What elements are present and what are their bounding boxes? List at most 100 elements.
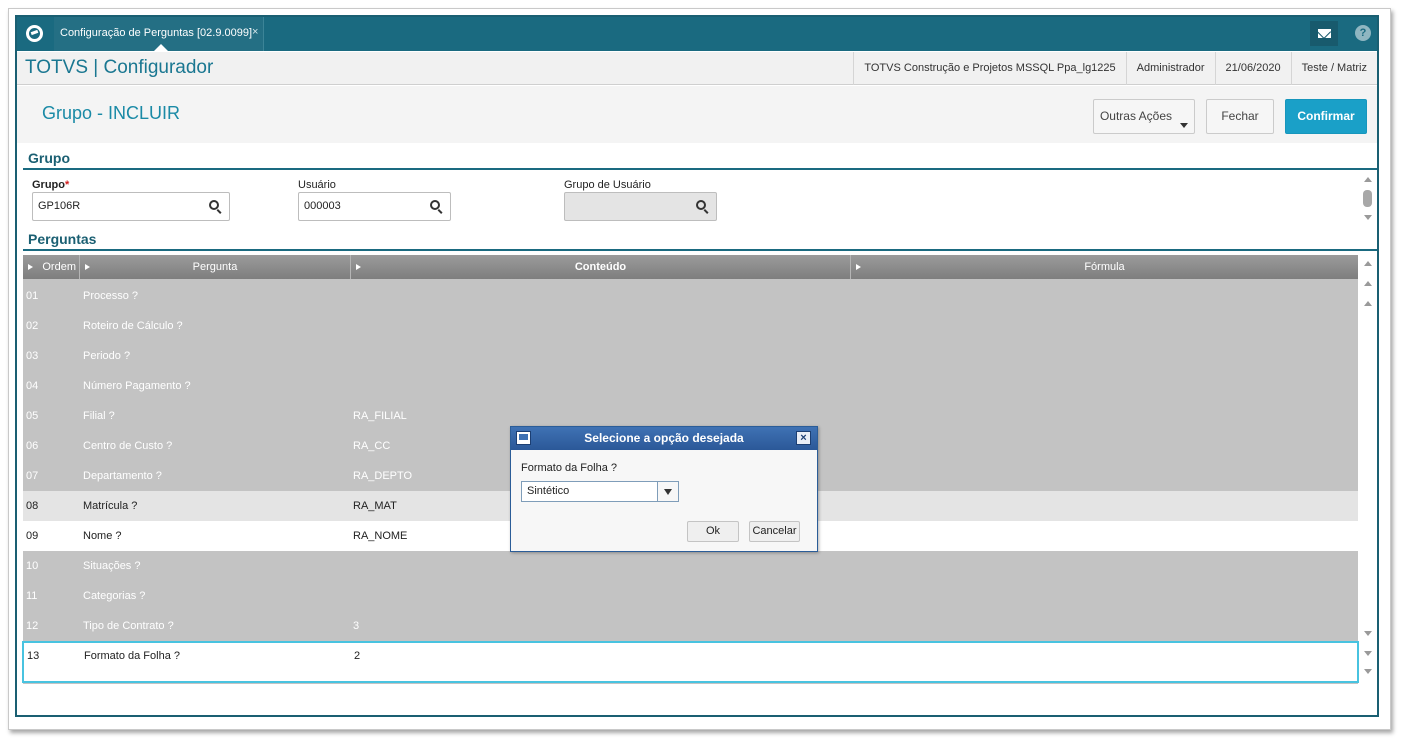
cell-ordem: 05: [26, 410, 39, 422]
cell-ordem: 09: [26, 530, 39, 542]
grupo-input[interactable]: GP106R: [32, 192, 230, 221]
company-info[interactable]: Teste / Matriz: [1290, 52, 1377, 85]
mail-button[interactable]: [1310, 21, 1338, 46]
cell-pergunta: Número Pagamento ?: [83, 380, 191, 392]
user-info[interactable]: Administrador: [1125, 52, 1215, 85]
scroll-top-icon[interactable]: [1364, 261, 1372, 266]
column-header-formula[interactable]: Fórmula: [851, 255, 1358, 279]
totvs-logo-icon: [26, 25, 43, 42]
column-header-ordem[interactable]: Ordem: [23, 255, 80, 279]
cell-pergunta: Categorias ?: [83, 590, 146, 602]
app-window: Configuração de Perguntas [02.9.0099] × …: [15, 15, 1379, 717]
environment-info[interactable]: TOTVS Construção e Projetos MSSQL Ppa_lg…: [853, 52, 1125, 85]
search-icon[interactable]: [209, 200, 219, 210]
app-brand: TOTVS | Configurador: [25, 57, 214, 78]
table-row[interactable]: 01 Processo ?: [23, 281, 1358, 311]
scrollbar-thumb[interactable]: [1363, 190, 1372, 207]
cell-pergunta: Formato da Folha ?: [84, 650, 180, 662]
column-header-pergunta[interactable]: Pergunta: [80, 255, 351, 279]
fields-scrollbar[interactable]: [1361, 175, 1375, 225]
dialog-title-bar[interactable]: Selecione a opção desejada ×: [511, 427, 817, 450]
search-icon[interactable]: [430, 200, 440, 210]
cell-conteudo: RA_DEPTO: [353, 470, 413, 482]
cell-pergunta: Matrícula ?: [83, 500, 138, 512]
fechar-button[interactable]: Fechar: [1206, 99, 1274, 134]
grid-header: Ordem Pergunta Conteúdo Fórmula: [23, 255, 1358, 279]
scroll-up-icon[interactable]: [1364, 177, 1372, 182]
scroll-down-icon[interactable]: [1364, 631, 1372, 636]
column-header-label: Conteúdo: [574, 261, 627, 273]
column-header-conteudo[interactable]: Conteúdo: [351, 255, 851, 279]
table-row[interactable]: 04 Número Pagamento ?: [23, 371, 1358, 401]
cancel-button[interactable]: Cancelar: [749, 521, 800, 542]
dialog-title: Selecione a opção desejada: [584, 431, 744, 445]
table-row[interactable]: 10 Situações ?: [23, 551, 1358, 581]
cell-conteudo: 3: [353, 620, 360, 632]
grupo-section-title: Grupo: [28, 150, 70, 166]
cell-ordem: 13: [27, 650, 40, 662]
cell-pergunta: Centro de Custo ?: [83, 440, 173, 452]
column-menu-icon: [28, 264, 33, 270]
cell-conteudo: RA_CC: [353, 440, 391, 452]
tab-configuracao-perguntas[interactable]: Configuração de Perguntas [02.9.0099] ×: [54, 17, 264, 51]
ok-button[interactable]: Ok: [687, 521, 739, 542]
top-bar: Configuração de Perguntas [02.9.0099] × …: [17, 17, 1377, 51]
formato-folha-label: Formato da Folha ?: [521, 462, 617, 474]
table-row-selected[interactable]: 13 Formato da Folha ? 2: [22, 641, 1359, 683]
chevron-down-icon[interactable]: [657, 482, 678, 501]
app-header: TOTVS | Configurador TOTVS Construção e …: [17, 52, 1377, 85]
grupo-value: GP106R: [38, 200, 81, 212]
cell-pergunta: Tipo de Contrato ?: [83, 620, 174, 632]
outras-acoes-label: Outras Ações: [1099, 109, 1173, 123]
session-info: TOTVS Construção e Projetos MSSQL Ppa_lg…: [853, 52, 1377, 85]
table-row[interactable]: 11 Categorias ?: [23, 581, 1358, 611]
outras-acoes-button[interactable]: Outras Ações: [1093, 99, 1195, 134]
cell-conteudo: RA_NOME: [353, 530, 408, 542]
formato-folha-select[interactable]: Sintético: [521, 481, 679, 502]
scroll-page-down-icon[interactable]: [1364, 651, 1372, 656]
cell-pergunta: Roteiro de Cálculo ?: [83, 320, 183, 332]
table-row[interactable]: 03 Periodo ?: [23, 341, 1358, 371]
confirmar-button[interactable]: Confirmar: [1285, 99, 1367, 134]
perguntas-section-title: Perguntas: [28, 231, 97, 247]
usuario-label: Usuário: [298, 179, 336, 191]
table-row[interactable]: 12 Tipo de Contrato ? 3: [23, 611, 1358, 641]
cell-ordem: 12: [26, 620, 39, 632]
grid-scrollbar[interactable]: [1361, 255, 1375, 685]
table-row[interactable]: 02 Roteiro de Cálculo ?: [23, 311, 1358, 341]
column-header-label: Ordem: [42, 261, 76, 273]
page-title-bar: Grupo - INCLUIR Outras Ações Fechar Conf…: [17, 86, 1377, 143]
grupo-label: Grupo*: [32, 179, 69, 191]
divider: [23, 168, 1377, 170]
usuario-input[interactable]: 000003: [298, 192, 451, 221]
cell-ordem: 01: [26, 290, 39, 302]
scroll-page-up-icon[interactable]: [1364, 281, 1372, 286]
cell-conteudo: 2: [354, 650, 361, 662]
required-mark: *: [65, 179, 70, 191]
scroll-up-icon[interactable]: [1364, 301, 1372, 306]
cell-ordem: 02: [26, 320, 39, 332]
help-icon[interactable]: ?: [1355, 25, 1371, 41]
cell-conteudo: RA_FILIAL: [353, 410, 407, 422]
close-icon[interactable]: ×: [796, 431, 811, 445]
cell-ordem: 08: [26, 500, 39, 512]
cell-pergunta: Filial ?: [83, 410, 115, 422]
date-info[interactable]: 21/06/2020: [1214, 52, 1291, 85]
mail-icon: [1318, 29, 1331, 38]
selected-option: Sintético: [527, 485, 570, 497]
grupo-usuario-label: Grupo de Usuário: [564, 179, 651, 191]
page-title: Grupo - INCLUIR: [42, 103, 181, 123]
cell-pergunta: Processo ?: [83, 290, 139, 302]
search-icon[interactable]: [696, 200, 706, 210]
cell-ordem: 04: [26, 380, 39, 392]
cell-pergunta: Situações ?: [83, 560, 141, 572]
column-header-label: Fórmula: [1084, 261, 1125, 273]
scroll-down-icon[interactable]: [1364, 215, 1372, 220]
cell-ordem: 10: [26, 560, 39, 572]
usuario-value: 000003: [304, 200, 341, 212]
grupo-usuario-input[interactable]: [564, 192, 717, 221]
cell-ordem: 11: [26, 590, 38, 602]
scroll-bottom-icon[interactable]: [1364, 669, 1372, 674]
tab-close-icon[interactable]: ×: [252, 17, 258, 47]
chevron-down-icon: [1180, 123, 1188, 128]
